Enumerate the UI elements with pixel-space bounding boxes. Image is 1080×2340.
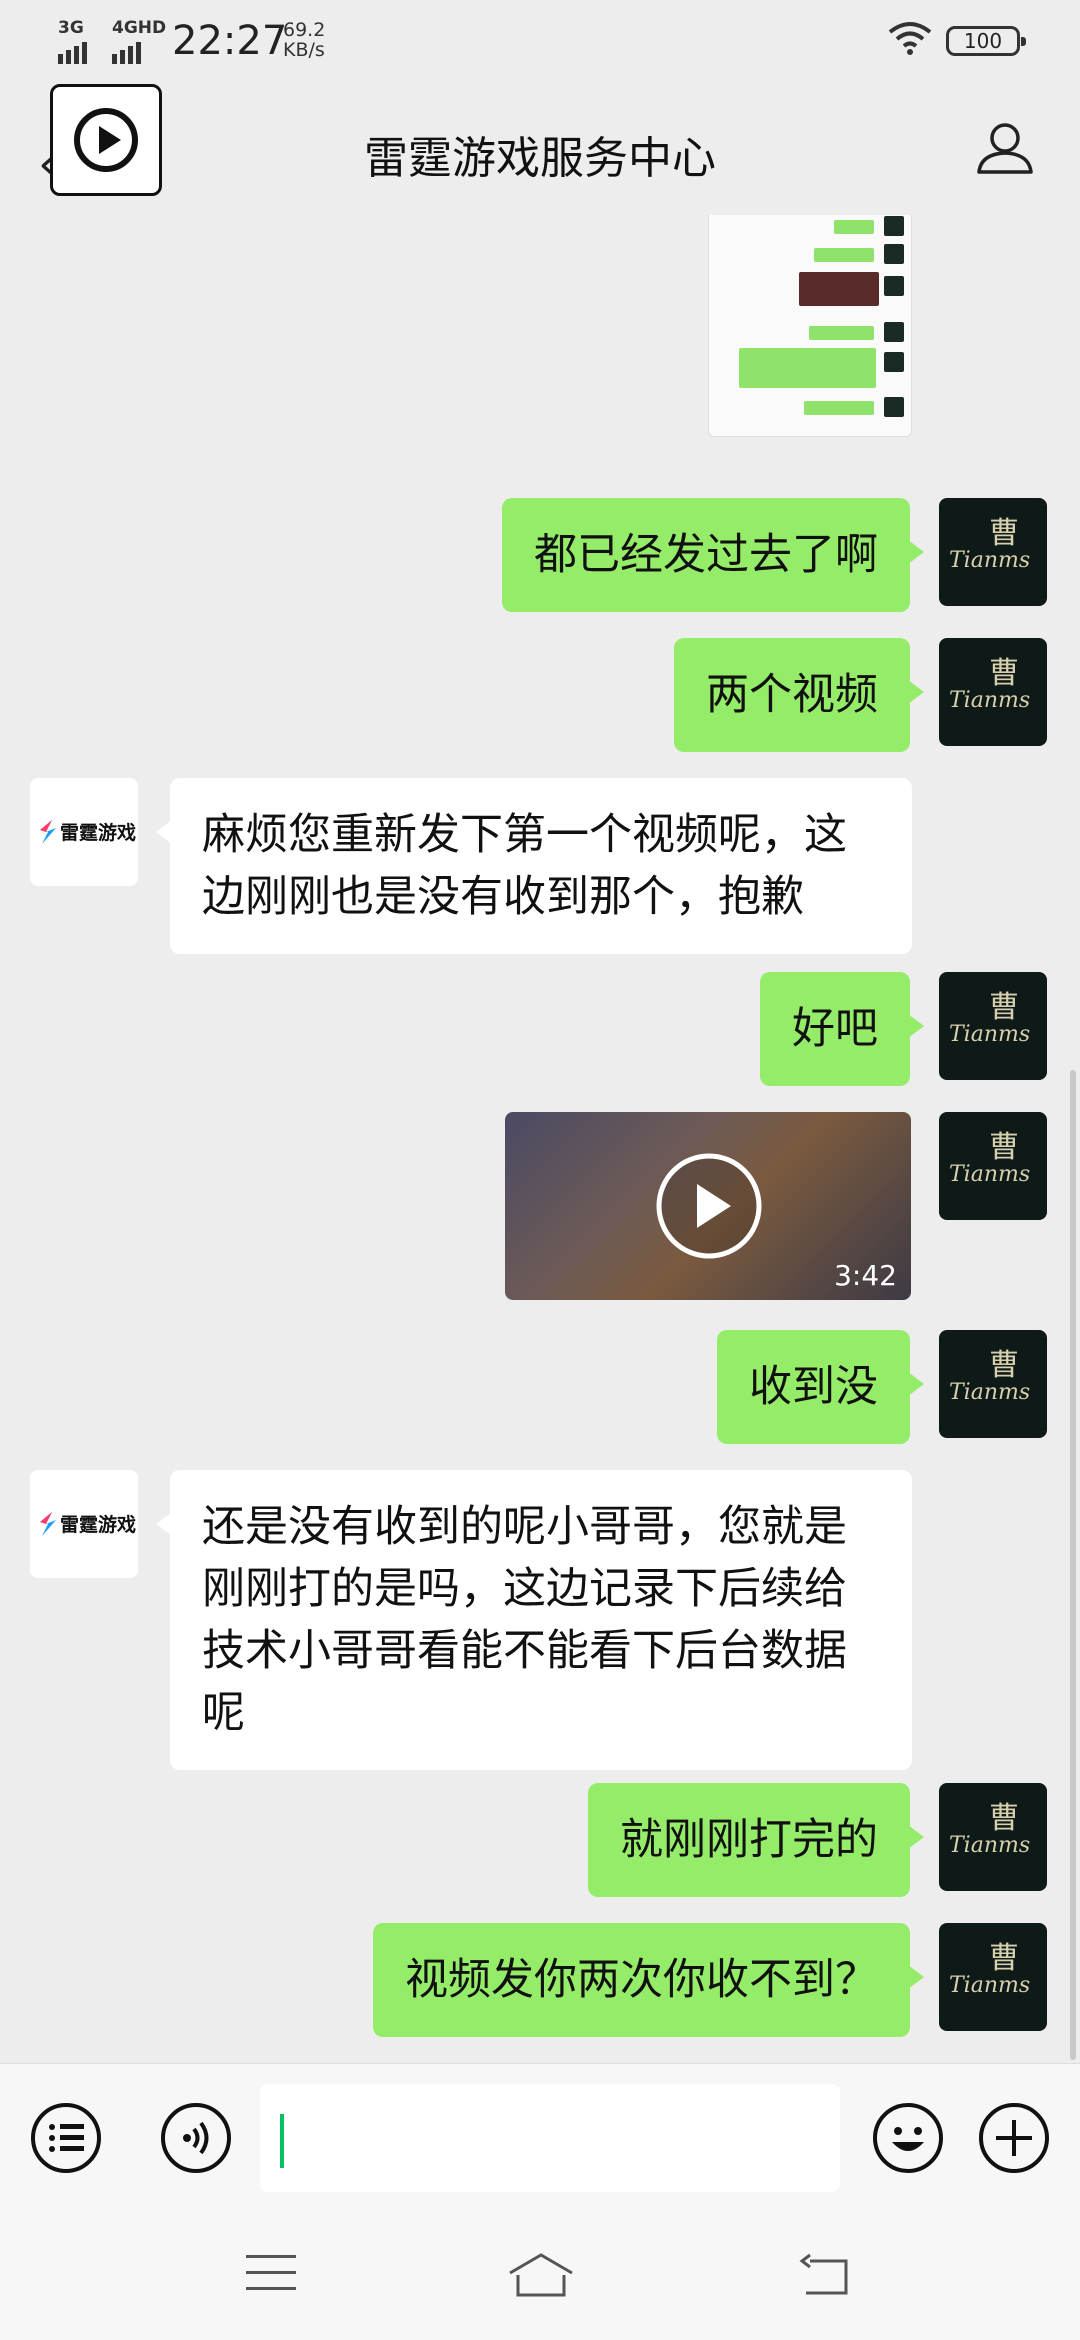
signal-4g-label: 4GHD [112,18,167,38]
user-avatar[interactable]: 曹 Tianms [939,1783,1047,1891]
signal-3g: 3G [58,18,90,64]
chat-header: ‹ 雷霆游戏服务中心 [0,80,1080,215]
text-caret [280,2114,284,2168]
message-bubble[interactable]: 收到没 [717,1330,924,1444]
brand-name: 雷霆游戏 [60,822,137,844]
signal-3g-label: 3G [58,18,84,38]
message-bubble[interactable]: 都已经发过去了啊 [502,498,924,612]
user-avatar[interactable]: 曹 Tianms [939,972,1047,1080]
signal-4g: 4GHD [112,18,166,64]
user-avatar[interactable]: 曹 Tianms [939,1923,1047,2031]
status-time: 22:27 [172,18,288,64]
message-bubble[interactable]: 就刚刚打完的 [588,1783,924,1897]
input-bar [0,2063,1080,2214]
user-avatar[interactable]: 曹 Tianms [939,498,1047,606]
back-arrow-icon[interactable] [796,2251,852,2303]
system-nav-bar [0,2213,1080,2340]
message-bubble[interactable]: 两个视频 [674,638,924,752]
wifi-icon [886,20,934,60]
menu-lines-icon[interactable] [244,2251,298,2299]
user-avatar[interactable]: 曹 Tianms [939,1330,1047,1438]
battery-indicator: 100 [946,26,1026,56]
list-menu-icon[interactable] [30,2102,102,2174]
home-icon[interactable] [506,2251,576,2303]
user-avatar[interactable]: 曹 Tianms [939,638,1047,746]
service-avatar[interactable]: 雷霆游戏 [30,778,138,886]
speed-value: 69.2 [283,19,326,41]
page-title: 雷霆游戏服务中心 [364,133,716,184]
person-icon[interactable] [975,120,1035,180]
chat-list[interactable]: 曹 Tianms 都已经发过去了啊 曹 Tianms 两个视频 雷霆游戏 麻烦您… [0,215,1080,2065]
user-avatar[interactable]: 曹 Tianms [939,1112,1047,1220]
video-message[interactable]: 3:42 [505,1112,911,1300]
image-message[interactable] [708,215,912,437]
message-bubble[interactable]: 麻烦您重新发下第一个视频呢，这边刚刚也是没有收到那个，抱歉 [156,778,912,954]
speed-unit: KB/s [283,39,325,61]
video-duration: 3:42 [834,1259,897,1292]
voice-icon[interactable] [160,2102,232,2174]
scrollbar[interactable] [1070,1070,1076,2060]
network-speed: 69.2 KB/s [283,20,325,60]
message-bubble[interactable]: 视频发你两次你收不到？ [373,1923,924,2037]
plus-icon[interactable] [978,2102,1050,2174]
emoji-icon[interactable] [872,2102,944,2174]
message-input[interactable] [260,2084,840,2192]
service-avatar[interactable]: 雷霆游戏 [30,1470,138,1578]
message-bubble[interactable]: 好吧 [760,972,924,1086]
message-bubble[interactable]: 还是没有收到的呢小哥哥，您就是刚刚打的是吗，这边记录下后续给技术小哥哥看能不能看… [156,1470,912,1770]
play-icon[interactable] [655,1152,763,1260]
status-bar: 3G 4GHD 22:27 69.2 KB/s 100 [0,0,1080,80]
brand-name: 雷霆游戏 [60,1514,137,1536]
